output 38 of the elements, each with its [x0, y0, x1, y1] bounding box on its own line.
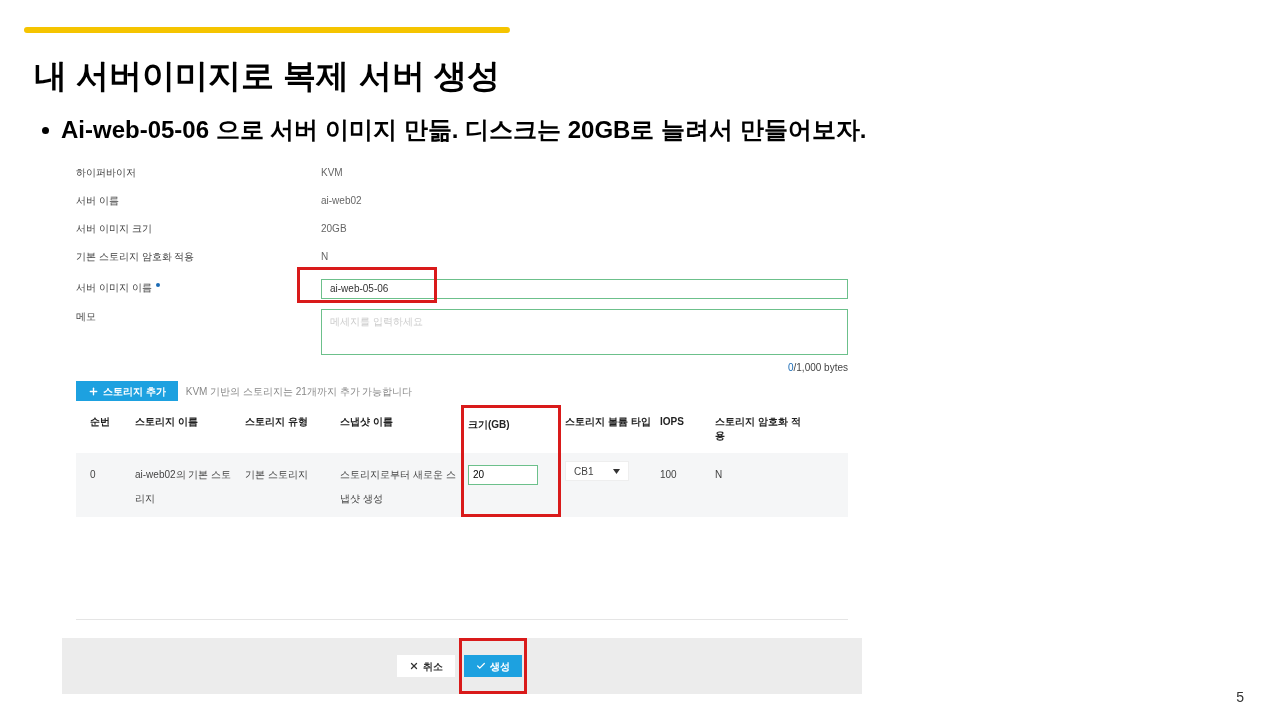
field-value: 20GB — [321, 221, 347, 236]
table-cell: 기본 스토리지 — [245, 469, 308, 480]
column-header: 크기(GB) — [468, 418, 511, 432]
column-header: 스토리지 이름 — [135, 415, 199, 429]
bullet-icon — [42, 126, 49, 134]
field-label: 서버 이미지 이름 — [76, 280, 152, 295]
table-cell: N — [715, 469, 723, 480]
plus-icon — [88, 385, 99, 397]
field-label: 기본 스토리지 암호화 적용 — [76, 249, 195, 264]
column-header: 스냅샷 이름 — [340, 415, 394, 429]
column-header: 스토리지 암호화 적용 — [715, 415, 802, 443]
field-label: 서버 이미지 크기 — [76, 221, 152, 236]
column-header: 스토리지 볼륨 타입 — [565, 415, 652, 429]
slide-title: 내 서버이미지로 복제 서버 생성 — [34, 56, 501, 96]
column-header: 스토리지 유형 — [245, 415, 309, 429]
input-field[interactable]: ai-web-05-06 — [321, 278, 848, 299]
caret-icon — [613, 468, 620, 474]
field-label: 하이퍼바이저 — [76, 165, 136, 180]
field-label: 서버 이름 — [76, 193, 119, 208]
page-number: 5 — [1236, 688, 1244, 707]
table-cell: 100 — [660, 469, 677, 480]
bullet-text: Ai-web-05-06 으로 서버 이미지 만듦. 디스크는 20GB로 늘려서 만들어보자. — [61, 115, 867, 145]
field-value: ai-web02 — [321, 193, 362, 208]
volume-type-select[interactable]: CB1 — [565, 461, 629, 481]
cancel-button[interactable]: 취소 — [397, 655, 455, 677]
field-value: KVM — [321, 165, 343, 180]
check-icon — [476, 661, 486, 671]
close-icon — [409, 661, 419, 671]
table-cell: 스토리지로부터 새로운 스냅샷 생성 — [340, 469, 456, 504]
table-cell: ai-web02의 기본 스토리지 — [135, 469, 232, 504]
column-header: 순번 — [90, 415, 111, 429]
storage-hint: KVM 기반의 스토리지는 21개까지 추가 가능합니다 — [185, 384, 413, 399]
table-cell: 0 — [90, 469, 96, 480]
column-header: IOPS — [660, 415, 685, 429]
size-input[interactable]: 20 — [468, 464, 538, 485]
field-label: 메모 — [76, 310, 96, 324]
field-value: N — [321, 249, 329, 264]
byte-counter: 0/1,000 bytes — [787, 361, 848, 375]
